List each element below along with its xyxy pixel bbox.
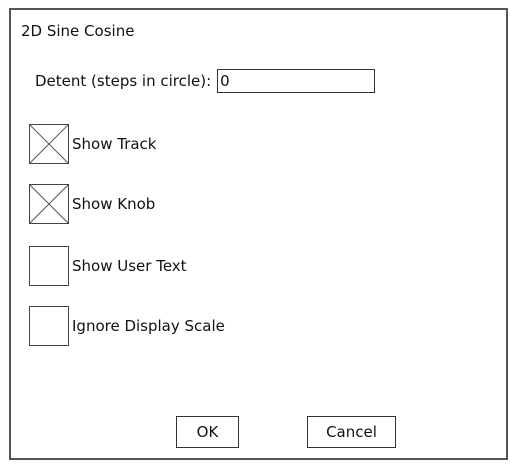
show-user-text-label[interactable]: Show User Text xyxy=(72,257,187,275)
show-knob-label[interactable]: Show Knob xyxy=(72,195,155,213)
show-knob-checkbox[interactable] xyxy=(29,184,69,224)
detent-row: Detent (steps in circle): xyxy=(35,68,376,94)
detent-label: Detent (steps in circle): xyxy=(35,72,212,90)
show-user-text-row: Show User Text xyxy=(29,246,187,286)
ignore-display-scale-label[interactable]: Ignore Display Scale xyxy=(72,317,225,335)
dialog-title: 2D Sine Cosine xyxy=(21,22,135,40)
show-track-row: Show Track xyxy=(29,124,157,164)
ignore-display-scale-checkbox[interactable] xyxy=(29,306,69,346)
ok-button[interactable]: OK xyxy=(176,416,239,448)
dialog-window: 2D Sine Cosine Detent (steps in circle):… xyxy=(9,8,508,460)
check-x-icon xyxy=(30,185,68,223)
show-track-label[interactable]: Show Track xyxy=(72,135,157,153)
check-x-icon xyxy=(30,125,68,163)
ignore-display-scale-row: Ignore Display Scale xyxy=(29,306,225,346)
cancel-button[interactable]: Cancel xyxy=(307,416,396,448)
detent-input[interactable] xyxy=(217,69,376,93)
show-track-checkbox[interactable] xyxy=(29,124,69,164)
show-user-text-checkbox[interactable] xyxy=(29,246,69,286)
show-knob-row: Show Knob xyxy=(29,184,155,224)
